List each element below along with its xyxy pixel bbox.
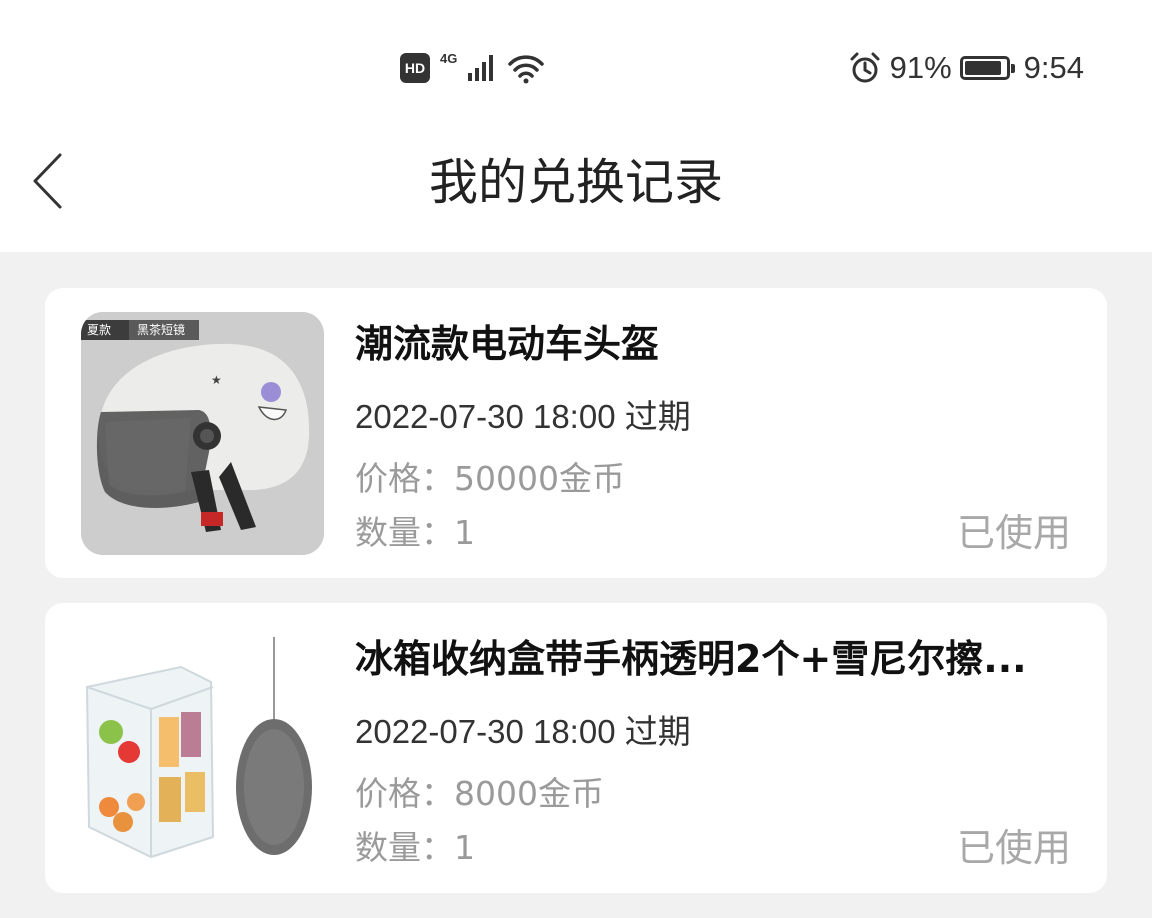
expiry-date: 2022-07-30 18:00 过期 — [355, 398, 691, 435]
quantity-label: 数量： — [355, 828, 454, 867]
storage-box-picture — [81, 627, 324, 870]
top-bar: HD 4G 91% 9:54 我的兑换记录 — [0, 0, 1152, 252]
price-row: 价格：50000金币 — [355, 456, 625, 502]
status-right: 91% 9:54 — [848, 46, 1084, 90]
price-value: 50000金币 — [454, 459, 625, 498]
storage-box-image — [81, 627, 324, 870]
helmet-image: ★ 夏款 黑茶短镜 — [81, 312, 324, 555]
price-label: 价格： — [355, 774, 454, 813]
status-badge: 已使用 — [956, 511, 1071, 555]
exchange-record-list: ★ 夏款 黑茶短镜 潮流款电动车头盔 2022-07-30 18:00 过期 价… — [45, 288, 1107, 918]
record-card[interactable]: ★ 夏款 黑茶短镜 潮流款电动车头盔 2022-07-30 18:00 过期 价… — [45, 288, 1107, 578]
clock: 9:54 — [1023, 50, 1084, 85]
battery-icon — [959, 56, 1015, 80]
price-label: 价格： — [355, 459, 454, 498]
status-bar: HD 4G 91% 9:54 — [0, 0, 1152, 136]
price-row: 价格：8000金币 — [355, 771, 604, 817]
expiry-date: 2022-07-30 18:00 过期 — [355, 713, 691, 750]
navigation-bar: 我的兑换记录 — [0, 136, 1152, 232]
product-name: 冰箱收纳盒带手柄透明2个+雪尼尔擦... — [355, 637, 1027, 681]
thumb-tag-visor: 黑茶短镜 — [137, 323, 186, 337]
price-value: 8000金币 — [454, 774, 604, 813]
battery-level — [964, 61, 1002, 75]
record-info: 潮流款电动车头盔 2022-07-30 18:00 过期 价格：50000金币 … — [355, 288, 1071, 578]
helmet-picture: ★ — [81, 312, 324, 555]
page-title: 我的兑换记录 — [428, 154, 723, 211]
svg-text:★: ★ — [211, 373, 222, 387]
quantity-row: 数量：1 — [355, 825, 475, 871]
wifi-icon — [508, 55, 545, 84]
battery-percent: 91% — [889, 50, 952, 85]
quantity-row: 数量：1 — [355, 510, 475, 556]
record-info: 冰箱收纳盒带手柄透明2个+雪尼尔擦... 2022-07-30 18:00 过期… — [355, 603, 1071, 893]
alarm-icon — [850, 52, 880, 83]
quantity-label: 数量： — [355, 513, 454, 552]
network-type: 4G — [440, 50, 458, 66]
product-name: 潮流款电动车头盔 — [355, 322, 660, 366]
status-left: HD 4G — [400, 46, 545, 90]
record-card[interactable]: 冰箱收纳盒带手柄透明2个+雪尼尔擦... 2022-07-30 18:00 过期… — [45, 603, 1107, 893]
signal-icon — [468, 55, 494, 81]
quantity-value: 1 — [454, 828, 475, 867]
quantity-value: 1 — [454, 513, 475, 552]
status-badge: 已使用 — [956, 826, 1071, 870]
thumb-tag-summer: 夏款 — [87, 323, 112, 337]
hd-icon: HD — [400, 53, 430, 83]
